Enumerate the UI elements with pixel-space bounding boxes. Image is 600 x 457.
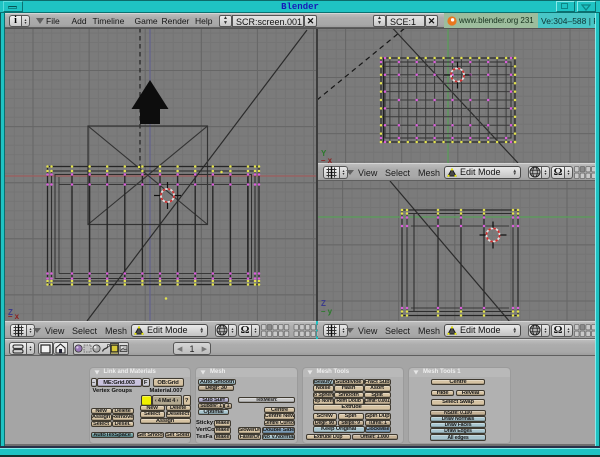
svg-text:– x: – x bbox=[321, 156, 333, 163]
svg-text:– y: – y bbox=[321, 307, 333, 316]
svg-text:– x: – x bbox=[8, 312, 20, 321]
